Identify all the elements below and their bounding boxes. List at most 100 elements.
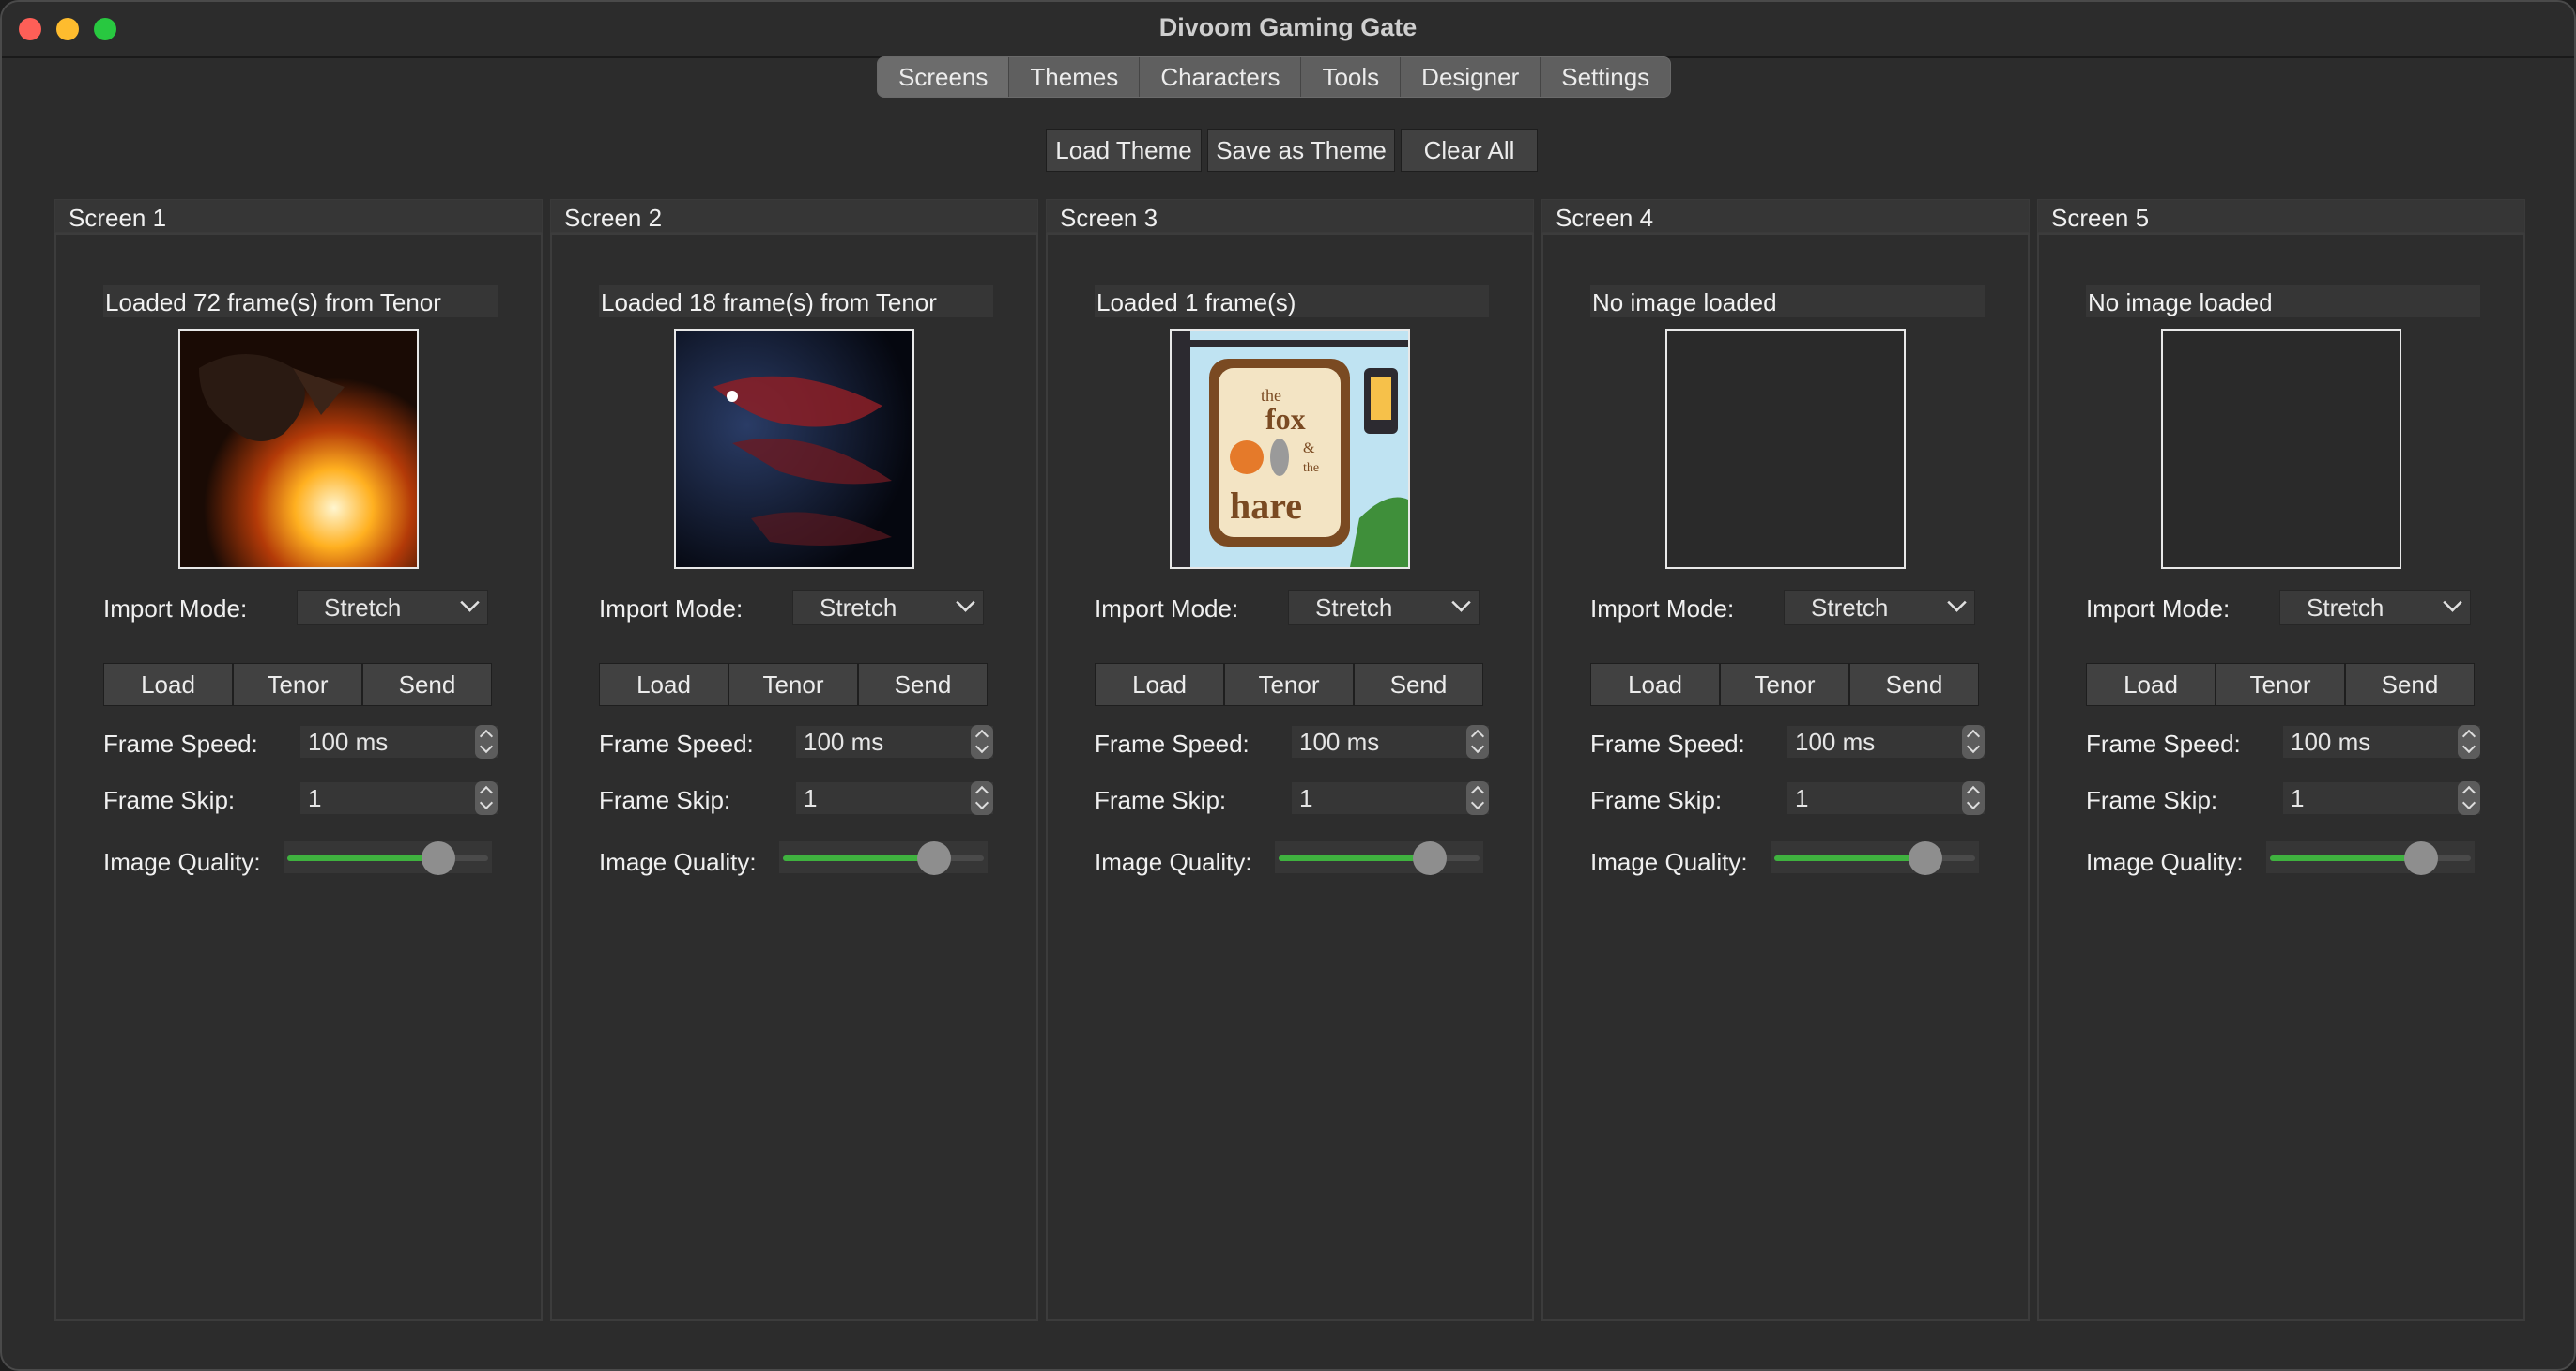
slider-handle[interactable]	[2404, 841, 2438, 875]
title-bar: Divoom Gaming Gate	[2, 2, 2574, 58]
stepper-arrows-icon[interactable]	[1962, 781, 1985, 815]
clear-all-button[interactable]: Clear All	[1401, 129, 1538, 172]
import-mode-select[interactable]: Stretch	[1784, 590, 1975, 625]
stepper-arrows-icon[interactable]	[971, 781, 993, 815]
frame-speed-value: 100 ms	[804, 728, 884, 756]
screen-action-row: Load Tenor Send	[2086, 663, 2475, 706]
sign-text-and: &	[1303, 440, 1315, 456]
slider-handle[interactable]	[917, 841, 951, 875]
image-quality-label: Image Quality:	[1590, 848, 1748, 876]
image-quality-slider[interactable]	[1275, 841, 1483, 875]
screen-title: Screen 1	[54, 199, 543, 233]
tenor-button[interactable]: Tenor	[233, 663, 362, 706]
tab-screens[interactable]: Screens	[878, 57, 1010, 97]
import-mode-select[interactable]: Stretch	[792, 590, 984, 625]
fox-and-hare-sign-preview: the fox & the hare	[1172, 331, 1408, 567]
tenor-button[interactable]: Tenor	[1224, 663, 1354, 706]
load-button[interactable]: Load	[103, 663, 233, 706]
sign-text-the-2: the	[1303, 461, 1319, 475]
tab-settings[interactable]: Settings	[1541, 57, 1671, 97]
save-as-theme-button[interactable]: Save as Theme	[1207, 129, 1395, 172]
screen-status: No image loaded	[2086, 285, 2480, 317]
slider-handle[interactable]	[1909, 841, 1942, 875]
screen-panel-5: Screen 5 No image loaded Import Mode: St…	[2037, 199, 2525, 1321]
chevron-down-icon	[1451, 593, 1471, 612]
slider-fill	[783, 855, 934, 861]
send-button[interactable]: Send	[362, 663, 492, 706]
screen-panel-3: Screen 3 Loaded 1 frame(s) the fox & the…	[1046, 199, 1534, 1321]
image-preview	[178, 329, 419, 569]
frame-skip-value: 1	[804, 784, 818, 812]
tab-designer[interactable]: Designer	[1401, 57, 1541, 97]
send-button[interactable]: Send	[2345, 663, 2475, 706]
send-button[interactable]: Send	[1354, 663, 1483, 706]
frame-skip-spinbox[interactable]: 1	[796, 781, 993, 815]
frame-speed-spinbox[interactable]: 100 ms	[300, 725, 498, 759]
image-quality-slider[interactable]	[1771, 841, 1979, 875]
import-mode-select[interactable]: Stretch	[1288, 590, 1480, 625]
slider-handle[interactable]	[1413, 841, 1447, 875]
frame-speed-value: 100 ms	[1795, 728, 1876, 756]
load-button[interactable]: Load	[599, 663, 728, 706]
screen-title: Screen 3	[1046, 199, 1534, 233]
frame-skip-label: Frame Skip:	[599, 786, 731, 814]
frame-skip-spinbox[interactable]: 1	[300, 781, 498, 815]
frame-speed-spinbox[interactable]: 100 ms	[1787, 725, 1985, 759]
frame-speed-value: 100 ms	[308, 728, 389, 756]
frame-skip-spinbox[interactable]: 1	[2283, 781, 2480, 815]
stepper-arrows-icon[interactable]	[475, 781, 498, 815]
import-mode-select[interactable]: Stretch	[297, 590, 488, 625]
send-button[interactable]: Send	[1849, 663, 1979, 706]
tenor-button[interactable]: Tenor	[728, 663, 858, 706]
frame-speed-spinbox[interactable]: 100 ms	[1292, 725, 1489, 759]
import-mode-label: Import Mode:	[1590, 594, 1735, 623]
load-theme-button[interactable]: Load Theme	[1046, 129, 1202, 172]
image-preview	[1665, 329, 1906, 569]
chevron-down-icon	[1947, 593, 1967, 612]
frame-speed-spinbox[interactable]: 100 ms	[2283, 725, 2480, 759]
import-mode-value: Stretch	[1315, 593, 1393, 622]
stepper-arrows-icon[interactable]	[1466, 725, 1489, 759]
image-quality-label: Image Quality:	[1095, 848, 1252, 876]
stepper-arrows-icon[interactable]	[1466, 781, 1489, 815]
tab-themes[interactable]: Themes	[1009, 57, 1141, 97]
screen-panel-4: Screen 4 No image loaded Import Mode: St…	[1541, 199, 2030, 1321]
slider-handle[interactable]	[422, 841, 455, 875]
frame-skip-spinbox[interactable]: 1	[1292, 781, 1489, 815]
load-button[interactable]: Load	[1095, 663, 1224, 706]
tab-tools[interactable]: Tools	[1301, 57, 1402, 97]
frame-skip-spinbox[interactable]: 1	[1787, 781, 1985, 815]
stepper-arrows-icon[interactable]	[1962, 725, 1985, 759]
stepper-arrows-icon[interactable]	[971, 725, 993, 759]
frame-skip-value: 1	[1795, 784, 1809, 812]
screen-panel-1: Screen 1 Loaded 72 frame(s) from Tenor I…	[54, 199, 543, 1321]
app-window: Divoom Gaming Gate Screens Themes Charac…	[0, 0, 2576, 1371]
import-mode-select[interactable]: Stretch	[2279, 590, 2471, 625]
import-mode-value: Stretch	[2307, 593, 2384, 622]
frame-speed-value: 100 ms	[1299, 728, 1380, 756]
import-mode-label: Import Mode:	[599, 594, 744, 623]
screen-action-row: Load Tenor Send	[1095, 663, 1483, 706]
screen-action-row: Load Tenor Send	[1590, 663, 1979, 706]
send-button[interactable]: Send	[858, 663, 988, 706]
tenor-button[interactable]: Tenor	[2216, 663, 2345, 706]
tab-characters[interactable]: Characters	[1140, 57, 1302, 97]
stepper-arrows-icon[interactable]	[475, 725, 498, 759]
frame-skip-value: 1	[1299, 784, 1313, 812]
load-button[interactable]: Load	[2086, 663, 2216, 706]
image-quality-slider[interactable]	[779, 841, 988, 875]
slider-fill	[1774, 855, 1925, 861]
stepper-arrows-icon[interactable]	[2458, 781, 2480, 815]
load-button[interactable]: Load	[1590, 663, 1720, 706]
image-preview	[674, 329, 914, 569]
slider-fill	[1279, 855, 1430, 861]
frame-speed-label: Frame Speed:	[1590, 730, 1745, 758]
frame-speed-label: Frame Speed:	[103, 730, 258, 758]
image-quality-slider[interactable]	[284, 841, 492, 875]
import-mode-value: Stretch	[324, 593, 402, 622]
import-mode-label: Import Mode:	[1095, 594, 1239, 623]
stepper-arrows-icon[interactable]	[2458, 725, 2480, 759]
image-quality-slider[interactable]	[2266, 841, 2475, 875]
tenor-button[interactable]: Tenor	[1720, 663, 1849, 706]
frame-speed-spinbox[interactable]: 100 ms	[796, 725, 993, 759]
